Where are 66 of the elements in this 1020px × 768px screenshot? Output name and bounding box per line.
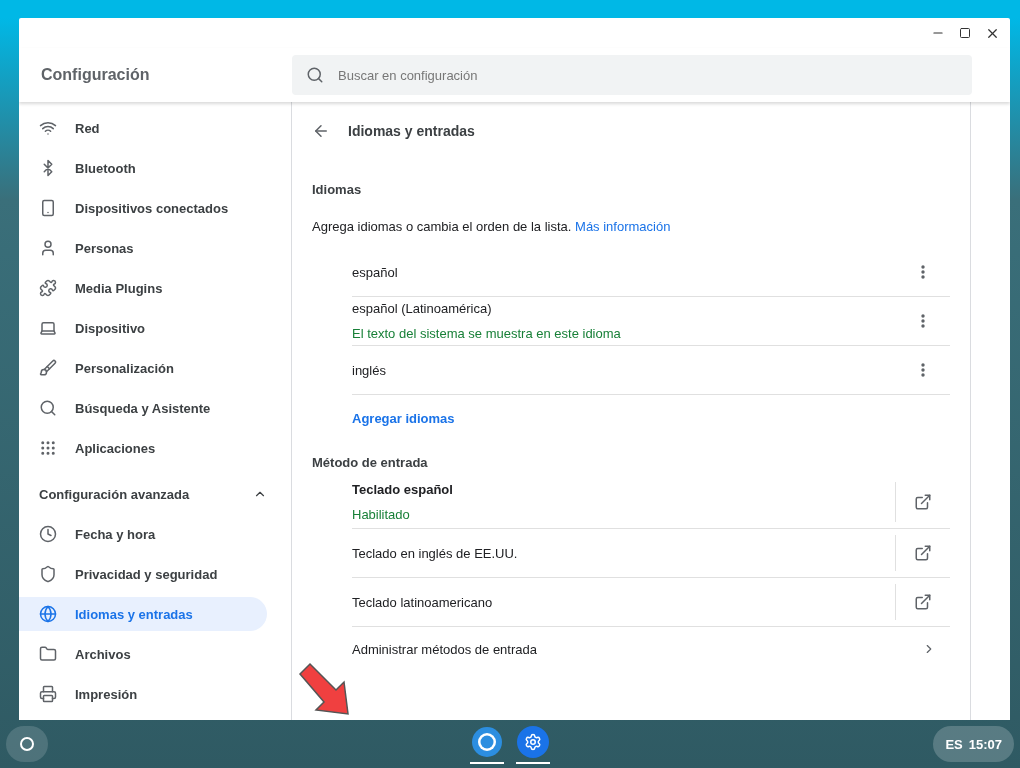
brush-icon xyxy=(39,359,57,377)
sidebar-item[interactable]: Archivos xyxy=(19,637,267,671)
advanced-section-label: Configuración avanzada xyxy=(39,486,190,502)
section-heading: Método de entrada xyxy=(312,455,429,470)
more-vertical-icon xyxy=(921,265,925,279)
sidebar-item[interactable]: Bluetooth xyxy=(19,151,267,185)
add-languages-link[interactable]: Agregar idiomas xyxy=(352,395,950,441)
person-icon xyxy=(39,239,57,257)
more-info-link[interactable]: Más información xyxy=(575,219,671,234)
page-title: Idiomas y entradas xyxy=(348,123,475,139)
browser-icon xyxy=(471,726,503,758)
keyboard-language: ES xyxy=(945,736,963,752)
manage-input-methods-row[interactable]: Administrar métodos de entrada xyxy=(352,627,950,671)
sidebar-item[interactable]: Media Plugins xyxy=(19,271,267,305)
sidebar-item[interactable]: Aplicaciones xyxy=(19,431,267,465)
input-method-status: Habilitado xyxy=(352,507,411,522)
manage-input-methods-label: Administrar métodos de entrada xyxy=(352,641,538,657)
folder-icon xyxy=(39,645,57,663)
phone-icon xyxy=(39,199,57,217)
search-icon xyxy=(306,66,324,84)
grid-icon xyxy=(39,439,57,457)
clock-icon xyxy=(39,525,57,543)
laptop-icon xyxy=(39,319,57,337)
input-method-name: Teclado en inglés de EE.UU. xyxy=(352,545,519,561)
sidebar-item[interactable]: Dispositivos conectados xyxy=(19,191,267,225)
globe-icon xyxy=(39,605,57,623)
language-note: El texto del sistema se muestra en este idioma xyxy=(352,326,622,341)
sidebar-item[interactable]: Dispositivo xyxy=(19,311,267,345)
sidebar-item[interactable]: Personas xyxy=(19,231,267,265)
sidebar-item[interactable]: Búsqueda y Asistente xyxy=(19,391,267,425)
section-heading: Idiomas xyxy=(312,182,363,197)
external-link-icon xyxy=(914,544,932,562)
search-field[interactable]: Buscar en configuración xyxy=(292,55,972,95)
launcher-button[interactable] xyxy=(6,726,48,762)
launcher-icon xyxy=(19,736,35,752)
input-method-name: Teclado español xyxy=(352,482,454,497)
back-button[interactable] xyxy=(312,122,330,140)
input-method-name: Teclado latinoamericano xyxy=(352,594,494,610)
maximize-button[interactable] xyxy=(959,27,971,39)
language-name: español (Latinoamérica) xyxy=(352,301,493,316)
sidebar-item[interactable]: Idiomas y entradas xyxy=(19,597,267,631)
sidebar-item[interactable]: Red xyxy=(19,111,267,145)
puzzle-icon xyxy=(39,279,57,297)
gear-icon xyxy=(517,726,549,758)
more-vertical-icon xyxy=(921,363,925,377)
wifi-icon xyxy=(39,119,57,137)
section-description: Agrega idiomas o cambia el orden de la lista. Más información xyxy=(312,219,672,234)
shield-icon xyxy=(39,565,57,583)
language-name: español xyxy=(352,264,399,280)
maximize-icon xyxy=(959,27,971,39)
external-link-icon xyxy=(914,493,932,511)
sidebar-item[interactable]: Privacidad y seguridad xyxy=(19,557,267,591)
advanced-section-toggle[interactable]: Configuración avanzada xyxy=(19,477,267,511)
more-vertical-icon xyxy=(921,314,925,328)
settings-app-button[interactable] xyxy=(516,726,550,764)
sidebar-item[interactable]: Personalización xyxy=(19,351,267,385)
window-title: Configuración xyxy=(40,66,151,84)
sidebar-item[interactable]: Fecha y hora xyxy=(19,517,267,551)
search-icon xyxy=(39,399,57,417)
external-link-icon xyxy=(914,593,932,611)
status-area[interactable]: ES 15:07 xyxy=(933,726,1014,762)
clock-time: 15:07 xyxy=(968,736,1002,752)
printer-icon xyxy=(39,685,57,703)
language-name: inglés xyxy=(352,362,387,378)
sidebar-item[interactable]: Impresión xyxy=(19,677,267,711)
browser-app-button[interactable] xyxy=(470,726,504,764)
